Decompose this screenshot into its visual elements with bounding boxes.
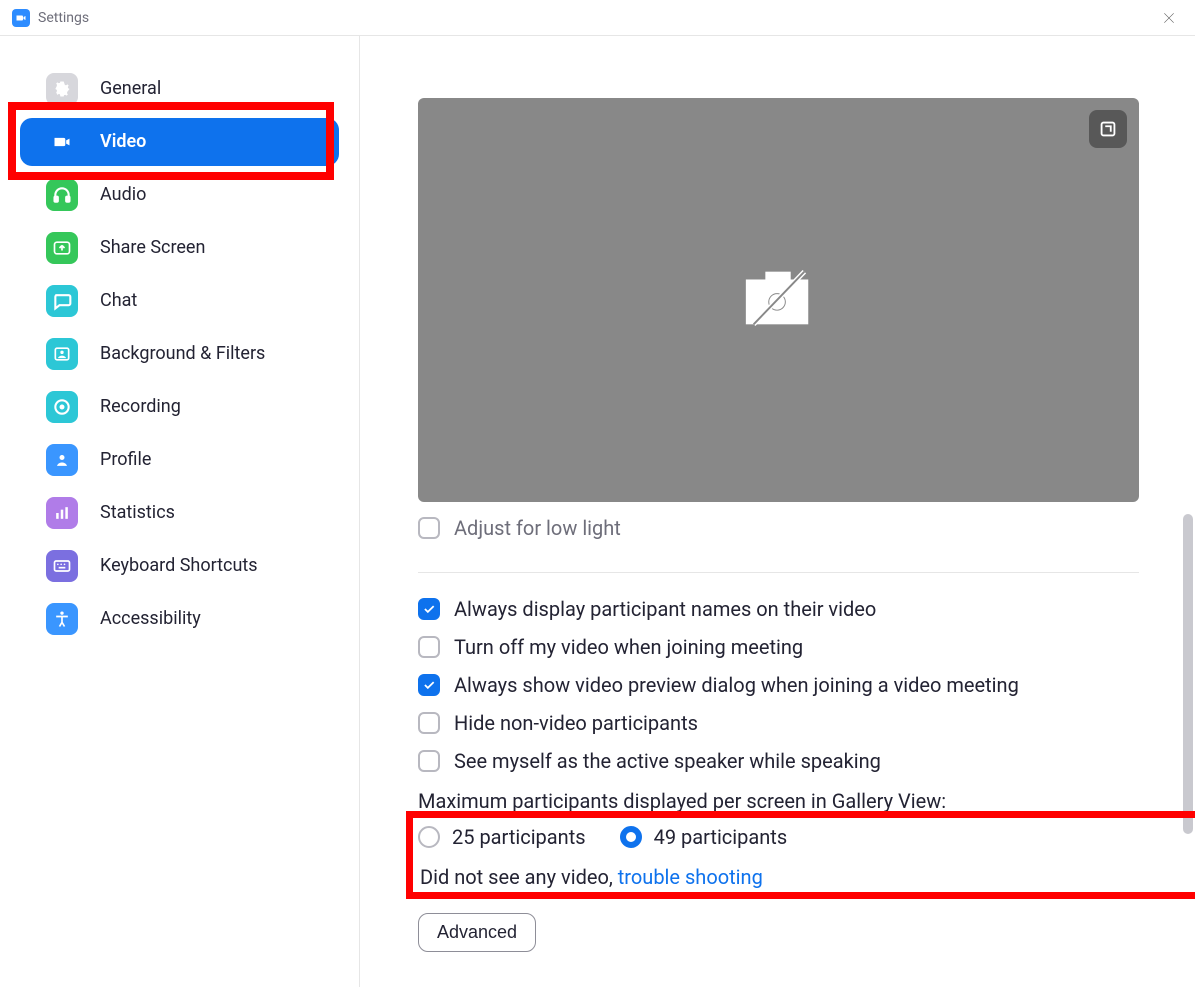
- radio-label: 49 participants: [654, 825, 788, 849]
- sidebar-item-label: Video: [100, 133, 146, 151]
- settings-sidebar: General Video Audio Share Screen Chat: [0, 36, 360, 987]
- option-turn-off-join[interactable]: Turn off my video when joining meeting: [418, 635, 1139, 659]
- sidebar-item-accessibility[interactable]: Accessibility: [20, 595, 339, 643]
- app-icon: [12, 9, 30, 27]
- option-label: Adjust for low light: [454, 516, 621, 540]
- sidebar-item-label: Keyboard Shortcuts: [100, 557, 258, 575]
- option-hide-nonvideo[interactable]: Hide non-video participants: [418, 711, 1139, 735]
- video-options: Adjust for low light Always display part…: [418, 514, 1139, 952]
- option-always-preview[interactable]: Always show video preview dialog when jo…: [418, 673, 1139, 697]
- accessibility-icon: [46, 603, 78, 635]
- gallery-view-options: 25 participants 49 participants: [418, 825, 1139, 849]
- rotate-icon: [1097, 118, 1119, 140]
- statistics-icon: [46, 497, 78, 529]
- sidebar-item-statistics[interactable]: Statistics: [20, 489, 339, 537]
- radio[interactable]: [620, 826, 642, 848]
- rotate-camera-button[interactable]: [1089, 110, 1127, 148]
- checkbox[interactable]: [418, 750, 440, 772]
- sidebar-item-share-screen[interactable]: Share Screen: [20, 224, 339, 272]
- no-camera-icon: [740, 263, 818, 337]
- no-video-help: Did not see any video, trouble shooting: [420, 865, 1139, 889]
- background-filters-icon: [46, 338, 78, 370]
- option-label: See myself as the active speaker while s…: [454, 749, 881, 773]
- chat-icon: [46, 285, 78, 317]
- advanced-button[interactable]: Advanced: [418, 913, 536, 952]
- close-icon: [1162, 11, 1176, 25]
- recording-icon: [46, 391, 78, 423]
- gallery-view-label: Maximum participants displayed per scree…: [418, 789, 1139, 813]
- sidebar-item-label: Audio: [100, 186, 146, 204]
- video-icon: [46, 126, 78, 158]
- settings-main-video: Adjust for low light Always display part…: [360, 36, 1195, 987]
- radio-25-participants[interactable]: 25 participants: [418, 825, 586, 849]
- gear-icon: [46, 73, 78, 105]
- checkbox[interactable]: [418, 712, 440, 734]
- sidebar-item-label: Profile: [100, 451, 151, 469]
- radio[interactable]: [418, 826, 440, 848]
- option-adjust-low-light[interactable]: Adjust for low light: [418, 514, 1139, 558]
- troubleshooting-link[interactable]: trouble shooting: [618, 865, 763, 889]
- sidebar-item-label: Share Screen: [100, 239, 205, 257]
- sidebar-item-video[interactable]: Video: [20, 118, 339, 166]
- checkbox[interactable]: [418, 598, 440, 620]
- checkbox[interactable]: [418, 674, 440, 696]
- sidebar-item-audio[interactable]: Audio: [20, 171, 339, 219]
- divider: [418, 572, 1139, 573]
- sidebar-item-label: General: [100, 80, 161, 98]
- titlebar: Settings: [0, 0, 1195, 36]
- keyboard-icon: [46, 550, 78, 582]
- option-label: Turn off my video when joining meeting: [454, 635, 803, 659]
- headphones-icon: [46, 179, 78, 211]
- sidebar-item-label: Chat: [100, 292, 137, 310]
- option-label: Hide non-video participants: [454, 711, 698, 735]
- sidebar-item-general[interactable]: General: [20, 65, 339, 113]
- sidebar-item-label: Recording: [100, 398, 181, 416]
- option-label: Always show video preview dialog when jo…: [454, 673, 1019, 697]
- option-see-myself-active[interactable]: See myself as the active speaker while s…: [418, 749, 1139, 773]
- video-preview: [418, 98, 1139, 502]
- sidebar-item-label: Statistics: [100, 504, 175, 522]
- sidebar-item-recording[interactable]: Recording: [20, 383, 339, 431]
- checkbox[interactable]: [418, 517, 440, 539]
- profile-icon: [46, 444, 78, 476]
- no-video-text: Did not see any video,: [420, 865, 618, 889]
- share-screen-icon: [46, 232, 78, 264]
- close-button[interactable]: [1155, 4, 1183, 32]
- sidebar-item-profile[interactable]: Profile: [20, 436, 339, 484]
- radio-49-participants[interactable]: 49 participants: [620, 825, 788, 849]
- option-label: Always display participant names on thei…: [454, 597, 876, 621]
- radio-label: 25 participants: [452, 825, 586, 849]
- window-title: Settings: [38, 10, 89, 26]
- scrollbar-thumb[interactable]: [1183, 514, 1193, 834]
- sidebar-item-background-filters[interactable]: Background & Filters: [20, 330, 339, 378]
- sidebar-item-label: Accessibility: [100, 610, 201, 628]
- checkbox[interactable]: [418, 636, 440, 658]
- option-display-names[interactable]: Always display participant names on thei…: [418, 597, 1139, 621]
- sidebar-item-keyboard-shortcuts[interactable]: Keyboard Shortcuts: [20, 542, 339, 590]
- sidebar-item-chat[interactable]: Chat: [20, 277, 339, 325]
- sidebar-item-label: Background & Filters: [100, 345, 265, 363]
